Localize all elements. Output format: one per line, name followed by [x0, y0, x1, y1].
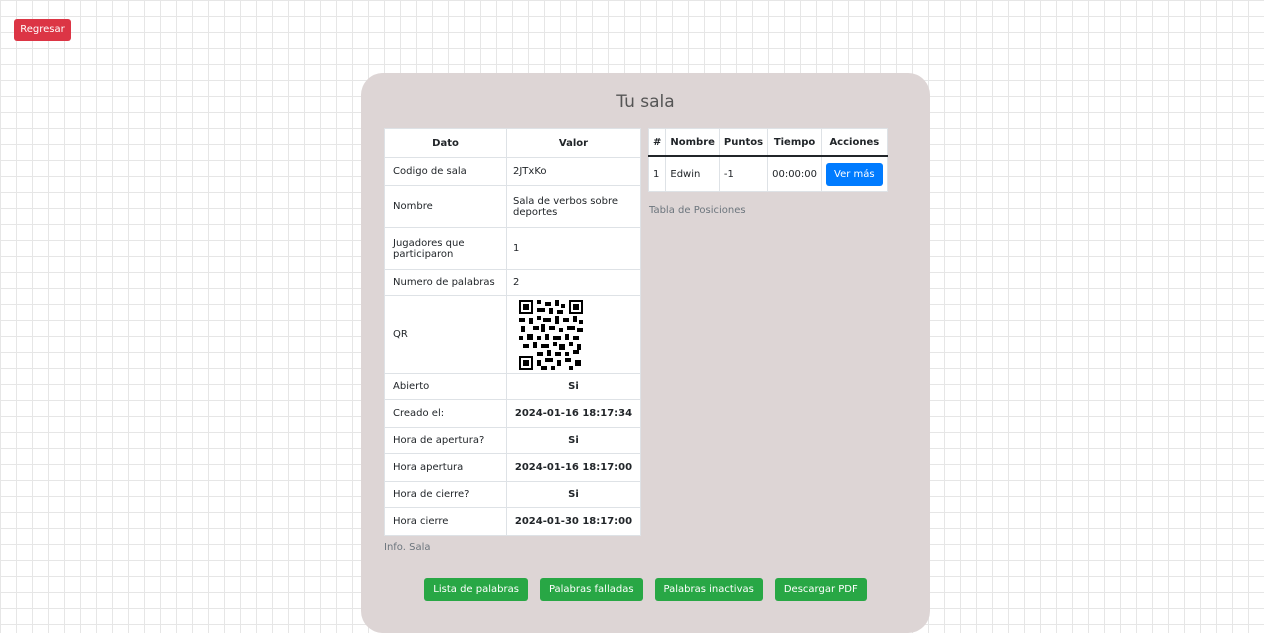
row-label: Abierto	[384, 373, 507, 400]
rank-cell: 1	[647, 155, 667, 192]
qr-cell	[506, 295, 641, 374]
info-table-caption: Info. Sala	[384, 542, 431, 553]
back-button[interactable]: Regresar	[14, 19, 71, 41]
table-row: QR	[384, 295, 641, 374]
column-header-acciones: Acciones	[821, 128, 888, 157]
actions-cell: Ver más	[821, 155, 888, 192]
table-row: Nombre Sala de verbos sobre deportes	[384, 185, 641, 228]
created-at-value: 2024-01-16 18:17:34	[506, 399, 641, 428]
room-name-value: Sala de verbos sobre deportes	[506, 185, 641, 228]
positions-table-caption: Tabla de Posiciones	[649, 205, 746, 216]
table-row: Abierto Si	[384, 373, 641, 400]
table-row: Hora de cierre? Si	[384, 481, 641, 508]
table-header-row: # Nombre Puntos Tiempo Acciones	[647, 128, 888, 157]
time-cell: 00:00:00	[767, 155, 823, 192]
qr-code	[519, 299, 583, 370]
column-header-nombre: Nombre	[665, 128, 720, 157]
table-row: 1 Edwin -1 00:00:00 Ver más	[647, 155, 888, 192]
words-count-value: 2	[506, 269, 641, 296]
row-label: QR	[384, 295, 507, 374]
open-time-value: 2024-01-16 18:17:00	[506, 453, 641, 482]
close-time-value: 2024-01-30 18:17:00	[506, 507, 641, 536]
table-row: Creado el: 2024-01-16 18:17:34	[384, 399, 641, 428]
table-row: Codigo de sala 2JTxKo	[384, 157, 641, 186]
table-header-row: Dato Valor	[384, 128, 641, 158]
row-label: Hora de apertura?	[384, 427, 507, 454]
column-header-dato: Dato	[384, 128, 507, 158]
room-card: Tu sala Dato Valor Codigo de sala 2JTxKo…	[361, 73, 930, 633]
row-label: Numero de palabras	[384, 269, 507, 296]
points-cell: -1	[718, 155, 769, 192]
table-row: Hora cierre 2024-01-30 18:17:00	[384, 507, 641, 536]
positions-table: # Nombre Puntos Tiempo Acciones 1 Edwin …	[647, 128, 888, 192]
room-info-table: Dato Valor Codigo de sala 2JTxKo Nombre …	[384, 128, 641, 536]
player-name-cell: Edwin	[665, 155, 720, 192]
table-row: Jugadores que participaron 1	[384, 227, 641, 270]
open-value: Si	[506, 373, 641, 400]
has-close-time-value: Si	[506, 481, 641, 508]
bottom-actions: Lista de palabras Palabras falladas Pala…	[361, 578, 930, 601]
row-label: Creado el:	[384, 399, 507, 428]
row-label: Nombre	[384, 185, 507, 228]
failed-words-button[interactable]: Palabras falladas	[539, 578, 643, 601]
table-row: Hora de apertura? Si	[384, 427, 641, 454]
inactive-words-button[interactable]: Palabras inactivas	[654, 578, 763, 601]
table-row: Hora apertura 2024-01-16 18:17:00	[384, 453, 641, 482]
row-label: Jugadores que participaron	[384, 227, 507, 270]
has-open-time-value: Si	[506, 427, 641, 454]
column-header-rank: #	[647, 128, 667, 157]
column-header-puntos: Puntos	[718, 128, 769, 157]
view-more-button[interactable]: Ver más	[826, 162, 883, 186]
row-label: Codigo de sala	[384, 157, 507, 186]
card-title: Tu sala	[616, 92, 675, 112]
row-label: Hora cierre	[384, 507, 507, 536]
column-header-valor: Valor	[506, 128, 641, 158]
room-code-value: 2JTxKo	[506, 157, 641, 186]
row-label: Hora de cierre?	[384, 481, 507, 508]
word-list-button[interactable]: Lista de palabras	[424, 578, 528, 601]
table-row: Numero de palabras 2	[384, 269, 641, 296]
row-label: Hora apertura	[384, 453, 507, 482]
column-header-tiempo: Tiempo	[767, 128, 823, 157]
players-count-value: 1	[506, 227, 641, 270]
download-pdf-button[interactable]: Descargar PDF	[774, 578, 867, 601]
